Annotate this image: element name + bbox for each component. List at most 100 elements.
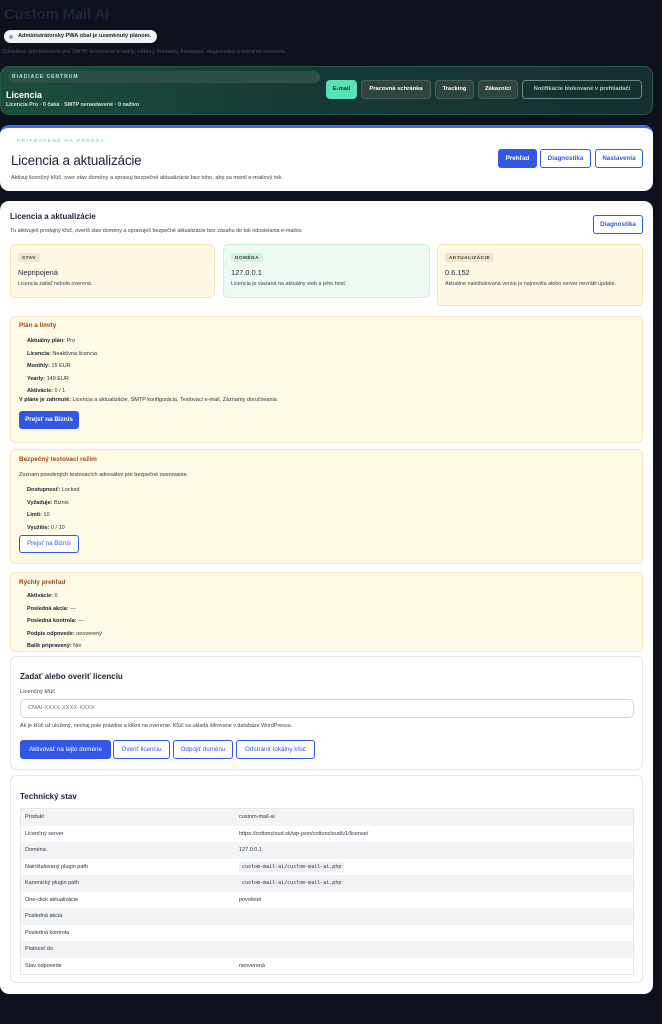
table-row: Produkt custom-mail-ai xyxy=(21,809,633,826)
control-center-meta: Licencia Pro · 0 čaká · SMTP nenastavené… xyxy=(6,102,140,108)
settings-button[interactable]: Nastavenia xyxy=(595,149,643,168)
section-title: Licencia a aktualizácie xyxy=(10,212,96,221)
quick-row: Posledná kontrola: — xyxy=(27,615,102,628)
domain-card-value: 127.0.0.1 xyxy=(231,268,262,277)
license-key-input[interactable]: CMAI-XXXX-XXXX-XXXX xyxy=(20,699,634,718)
technical-status-table-wrap: Produkt custom-mail-ai Licenčný server htt… xyxy=(20,808,634,975)
table-row: Platnosť do xyxy=(21,941,633,958)
plan-row-value: 149 EUR xyxy=(46,375,69,382)
control-center-title: Licencia xyxy=(6,90,43,100)
hero-description: Aktivuj licenčný kľúč, over stav domény … xyxy=(11,175,283,181)
table-cell-key: Nainštalovaný plugin path xyxy=(25,863,88,870)
status-dot-icon xyxy=(9,34,13,39)
test-mode-rows: Dostupnosť: Locked Vyžaduje: Biznis Limi… xyxy=(27,484,79,534)
test-mode-upgrade-button[interactable]: Prejsť na Biznis xyxy=(19,535,79,553)
test-mode-title: Bezpečný testovací režim xyxy=(19,456,97,463)
test-mode-row-value: Locked xyxy=(61,487,80,493)
nav-work-inbox-button[interactable]: Pracovná schránka xyxy=(361,80,431,99)
plan-row: Monthly: 15 EUR xyxy=(27,360,97,373)
nav-email-button[interactable]: E-mail xyxy=(326,80,357,99)
verify-license-button[interactable]: Overiť licenciu xyxy=(113,740,170,759)
app-subtitle: Oddelená administrácia pre SMTP, testova… xyxy=(2,49,287,55)
plan-included-label: V pláne je zahrnuté: xyxy=(19,397,71,403)
plan-limits-box xyxy=(10,316,643,443)
test-mode-row-key: Vyžaduje: xyxy=(27,499,53,506)
plan-included: V pláne je zahrnuté: Licencia a aktualiz… xyxy=(19,394,277,407)
test-mode-row-key: Dostupnosť: xyxy=(27,487,61,493)
quick-row-value: 0 xyxy=(54,593,58,599)
quick-overview-rows: Aktivácie: 0 Posledná akcia: — Posledná … xyxy=(27,590,102,653)
table-row: One-click aktualizácie povolené xyxy=(21,892,633,909)
table-cell-value: custom-mail-ai/custom-mail-ai.php xyxy=(235,875,633,892)
table-cell-key: Licenčný server xyxy=(25,830,64,837)
quick-row-value: Nie xyxy=(73,643,82,650)
upgrade-business-button[interactable]: Prejsť na Biznis xyxy=(19,411,79,429)
quick-overview-title: Rýchly prehľad xyxy=(19,579,66,586)
quick-row-key: Posledná akcia: xyxy=(27,605,69,612)
plan-row-value: Neaktívna licencia xyxy=(52,350,98,357)
plan-included-value: Licencia a aktualizácie, SMTP konfigurác… xyxy=(72,397,277,403)
test-mode-row: Dostupnosť: Locked xyxy=(27,484,79,497)
plan-title: Plán a limity xyxy=(19,322,57,329)
test-mode-row-value: 10 xyxy=(43,512,50,519)
quick-row-key: Podpis odpovede: xyxy=(27,630,75,637)
pwa-badge-text: Administrátorský PWA obal je uzamknutý p… xyxy=(18,33,152,39)
quick-row: Balík pripravený: Nie xyxy=(27,640,102,653)
table-cell-value xyxy=(235,908,633,925)
test-mode-row: Limit: 10 xyxy=(27,509,79,522)
test-mode-row-value: 0 / 10 xyxy=(50,524,65,531)
app-title: Custom Mail AI xyxy=(4,6,109,23)
table-row: Nainštalovaný plugin path custom-mail-ai/… xyxy=(21,859,633,876)
table-cell-key: Stav odpovede xyxy=(25,962,62,969)
remove-local-key-button[interactable]: Odstrániť lokálny kľúč xyxy=(236,740,315,759)
plugin-path-code: custom-mail-ai/custom-mail-ai.php xyxy=(239,878,345,889)
quick-row-key: Balík pripravený: xyxy=(27,643,72,650)
quick-row-key: Posledná kontrola: xyxy=(27,618,77,625)
nav-notifications-blocked-button[interactable]: Notifikácie blokované v prehliadači xyxy=(522,80,642,99)
diagnostics-button[interactable]: Diagnostika xyxy=(593,215,643,234)
table-row: Posledná akcia xyxy=(21,908,633,925)
plan-row-key: Yearly: xyxy=(27,375,46,382)
nav-customers-button[interactable]: Zákazníci xyxy=(478,80,518,99)
disconnect-domain-button[interactable]: Odpojiť doménu xyxy=(173,740,233,759)
test-mode-description: Zoznam povolených testovacích adresátov … xyxy=(19,472,189,478)
control-center-label: RIADIACE CENTRUM xyxy=(8,71,320,83)
table-cell-value: 127.0.0.1 xyxy=(235,842,633,859)
table-cell-key: Doména xyxy=(21,842,235,859)
pwa-lock-badge: Administrátorský PWA obal je uzamknutý p… xyxy=(4,30,158,43)
test-mode-row-value: Biznis xyxy=(54,499,69,506)
overview-button[interactable]: Prehľad xyxy=(498,149,537,168)
test-mode-row: Využitie: 0 / 10 xyxy=(27,522,79,535)
status-card-note: Licencia zatiaľ nebola overená. xyxy=(18,281,93,287)
table-cell-key: Posledná akcia xyxy=(21,908,235,925)
activate-domain-button[interactable]: Aktivovať na tejto doméne xyxy=(20,740,111,759)
quick-row-value: — xyxy=(78,618,84,625)
table-row: Kanonický plugin path custom-mail-ai/cust… xyxy=(21,875,633,892)
license-key-label: Licenčný kľúč xyxy=(20,689,56,695)
updates-card-label: AKTUALIZÁCIE xyxy=(445,253,495,262)
status-card-value: Nepripojená xyxy=(18,268,58,277)
license-form-title: Zadať alebo overiť licenciu xyxy=(20,672,123,681)
quick-row: Aktivácie: 0 xyxy=(27,590,102,603)
quick-row-key: Aktivácie: xyxy=(27,593,53,599)
test-mode-row: Vyžaduje: Biznis xyxy=(27,497,79,510)
table-cell-key: Produkt xyxy=(21,809,235,826)
table-row: Stav odpovede neoverená xyxy=(21,958,633,975)
test-mode-box xyxy=(10,449,643,564)
plan-row-key: Licencia: xyxy=(27,350,51,357)
test-mode-row-key: Limit: xyxy=(27,512,42,519)
table-row: Doména 127.0.0.1 xyxy=(21,842,633,859)
hero-diagnostics-button[interactable]: Diagnostika xyxy=(540,149,591,168)
technical-status-table: Produkt custom-mail-ai Licenčný server htt… xyxy=(21,809,633,974)
table-cell-value xyxy=(235,925,633,942)
plan-row-key: Aktuálny plán: xyxy=(27,338,65,344)
plan-rows: Aktuálny plán: Pro Licencia: Neaktívna l… xyxy=(27,335,97,398)
table-cell-value: https://cottoncloud.sk/wp-json/cottonclo… xyxy=(239,830,369,837)
status-card-label: STAV xyxy=(18,253,40,262)
technical-status-title: Technický stav xyxy=(20,792,77,801)
plan-row-value: 15 EUR xyxy=(51,363,71,370)
table-cell-key: Kanonický plugin path xyxy=(21,875,235,892)
quick-row-value: neoverený xyxy=(76,630,102,637)
domain-card-label: DOMÉNA xyxy=(231,253,264,262)
nav-tracking-button[interactable]: Tracking xyxy=(435,80,474,99)
